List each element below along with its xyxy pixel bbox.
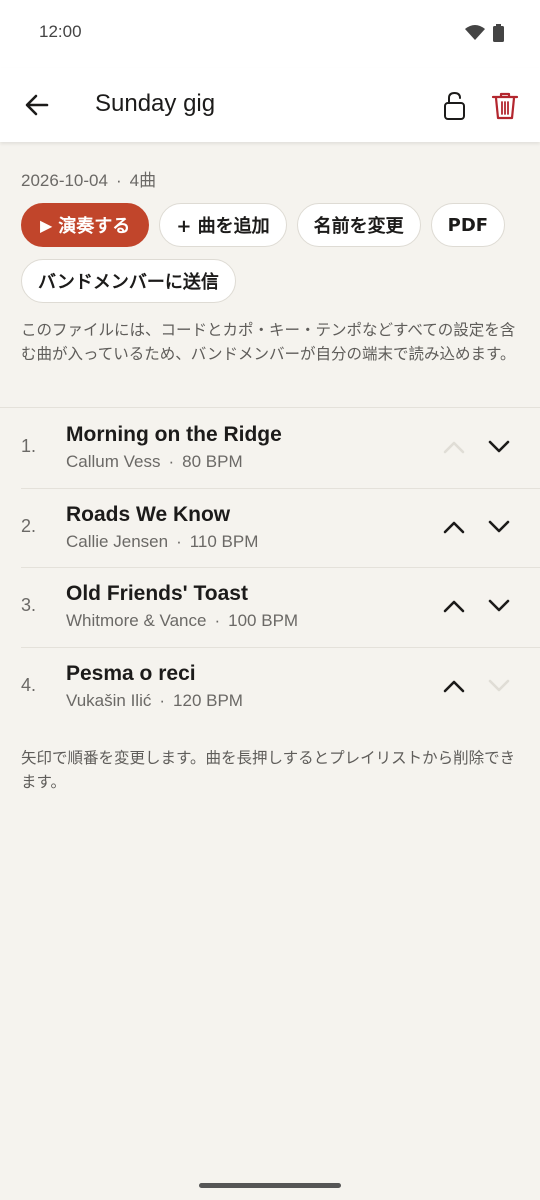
move-up-button[interactable] [437,430,471,464]
playlist-date: 2026-10-04 [21,171,108,190]
play-label: 演奏する [58,216,131,237]
send-band-button[interactable]: バンドメンバーに送信 [21,259,236,303]
song-artist: Callie Jensen [66,531,169,551]
song-number: 1. [21,436,37,456]
song-artist: Vukašin Ilić [66,690,152,710]
add-song-button[interactable]: + 曲を追加 [159,203,287,247]
chevron-up-icon [443,521,465,533]
song-bpm: 80 BPM [182,452,243,471]
delete-button[interactable] [490,90,520,122]
song-artist: Whitmore & Vance [66,611,207,630]
back-button[interactable] [22,90,52,120]
battery-icon [493,24,504,42]
move-up-button[interactable] [437,589,471,623]
status-icons [465,24,504,42]
chevron-down-icon [488,679,510,691]
song-row[interactable]: 1. Morning on the Ridge Callum Vess · 80 B… [0,408,540,488]
play-icon: ▶ [40,215,53,235]
song-artist: Callum Vess [66,452,161,471]
chevron-up-icon [443,441,465,454]
song-subtitle: Callum Vess · 80 BPM [66,452,243,471]
move-down-button[interactable] [482,510,516,544]
song-row[interactable]: 2. Roads We Know Callie Jensen · 110 BPM [0,487,540,568]
action-row: ▶ 演奏する + 曲を追加 名前を変更 PDF [21,203,506,247]
pdf-button[interactable]: PDF [430,203,506,247]
move-down-button[interactable] [482,430,516,464]
rename-button[interactable]: 名前を変更 [296,203,421,247]
app-bar: Sunday gig [0,68,540,142]
chevron-down-icon [488,599,510,612]
wifi-icon [465,25,485,40]
back-arrow-icon [25,94,49,116]
song-title: Pesma o reci [66,661,196,685]
status-bar: 12:00 [0,0,540,68]
move-down-button[interactable] [482,589,516,623]
move-down-button[interactable] [482,669,516,703]
song-list: 1. Morning on the Ridge Callum Vess · 80 B… [0,408,540,726]
page-title: Sunday gig [95,90,216,117]
song-row[interactable]: 4. Pesma o reci Vukašin Ilić · 120 BPM [0,646,540,727]
move-up-button[interactable] [437,510,471,544]
song-subtitle: Whitmore & Vance · 100 BPM [66,611,299,630]
song-bpm: 100 BPM [228,611,299,630]
playlist-count: 4曲 [129,171,157,190]
song-subtitle: Vukašin Ilić · 120 BPM [66,690,243,710]
chevron-up-icon [443,600,465,613]
trash-icon [491,92,519,120]
song-row[interactable]: 3. Old Friends' Toast Whitmore & Vance · 1… [0,567,540,647]
move-up-button[interactable] [437,669,471,703]
chevron-up-icon [443,680,465,692]
song-title: Morning on the Ridge [66,423,282,446]
song-bpm: 110 BPM [189,531,259,551]
song-title: Old Friends' Toast [66,582,248,605]
reorder-hint: 矢印で順番を変更します。曲を長押しするとプレイリストから削除できます。 [21,749,516,791]
song-subtitle: Callie Jensen · 110 BPM [66,531,259,551]
song-bpm: 120 BPM [173,690,243,710]
chevron-down-icon [488,440,510,453]
playlist-meta: 2026-10-04 · 4曲 [21,171,157,190]
chevron-down-icon [488,520,510,532]
share-note: このファイルには、コードとカポ・キー・テンポなどすべての設定を含む曲が入っている… [21,321,516,363]
song-number: 2. [21,515,37,536]
song-number: 4. [21,674,37,695]
play-button[interactable]: ▶ 演奏する [21,203,150,247]
action-row-2: バンドメンバーに送信 [21,259,236,303]
lock-button[interactable] [440,90,470,122]
status-time: 12:00 [39,22,82,41]
song-title: Roads We Know [66,502,231,526]
song-number: 3. [21,595,37,615]
lock-open-icon [444,91,465,120]
home-indicator[interactable] [199,1183,341,1188]
